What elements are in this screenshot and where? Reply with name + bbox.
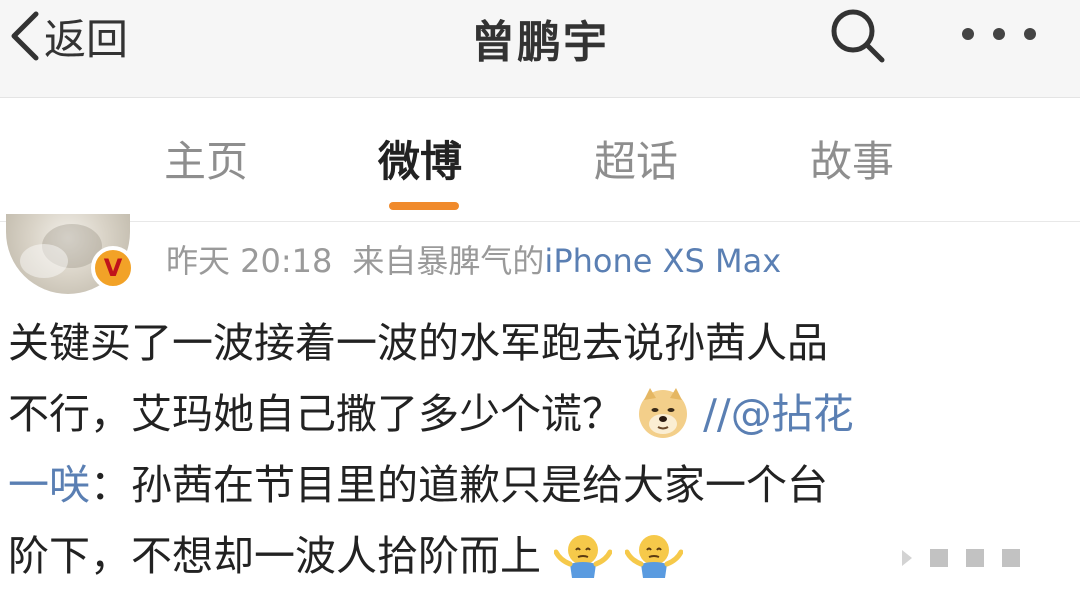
post-text: 关键买了一波接着一波的水军跑去说孙茜人品 不行，艾玛她自己撒了多少个谎？ //@…: [8, 308, 1038, 592]
post-text-line: 阶下，不想却一波人拾阶而上: [8, 521, 1038, 592]
tab-stories[interactable]: 故事: [810, 128, 894, 189]
page-title: 曾鹏宇: [471, 17, 609, 68]
weibo-post: V 昨天 20:18 来自暴脾气的iPhone XS Max 关键买了一波接着一波…: [0, 214, 1080, 593]
watermark-mark: [1002, 549, 1020, 567]
post-source-prefix: 来自暴脾气的: [352, 242, 545, 280]
post-text-segment: 阶下，不想却一波人拾阶而上: [8, 532, 541, 580]
watermark-mark: [902, 550, 912, 566]
post-text-segment: 不行，艾玛她自己撒了多少个谎？: [8, 390, 623, 438]
post-text-line: 不行，艾玛她自己撒了多少个谎？ //@拈花: [8, 379, 1038, 450]
more-dots-icon[interactable]: [962, 14, 1036, 54]
post-source-device: iPhone XS Max: [544, 242, 782, 280]
post-text-segment: ：孙茜在节目里的道歉只是给大家一个台: [90, 461, 828, 509]
search-icon: [831, 9, 885, 63]
watermark-mark: [966, 549, 984, 567]
nav-bar: 返回 曾鹏宇: [0, 0, 1080, 98]
avatar-highlight: [20, 244, 68, 278]
mention-link[interactable]: 一咲: [8, 461, 90, 509]
watermark-mark: [930, 549, 948, 567]
shrug-emoji: [625, 535, 684, 578]
mention-link[interactable]: //@拈花: [703, 390, 854, 438]
post-text-line: 一咲：孙茜在节目里的道歉只是给大家一个台: [8, 450, 1038, 521]
verified-badge: V: [91, 246, 135, 290]
search-button[interactable]: [826, 4, 888, 66]
doge-emoji: [639, 388, 688, 438]
verified-badge-letter: V: [103, 254, 123, 282]
post-text-line: 关键买了一波接着一波的水军跑去说孙茜人品: [8, 308, 1038, 379]
active-tab-indicator: [389, 202, 459, 210]
watermark: [902, 548, 1062, 568]
profile-tabs: 主页 微博 超话 故事: [0, 98, 1080, 222]
tab-weibo[interactable]: 微博: [378, 128, 462, 189]
tab-home[interactable]: 主页: [164, 128, 248, 189]
dot: [1024, 28, 1036, 40]
post-time: 昨天 20:18: [166, 242, 333, 280]
tab-super-topic[interactable]: 超话: [594, 128, 678, 189]
shrug-emoji: [554, 535, 613, 578]
dot: [993, 28, 1005, 40]
dot: [962, 28, 974, 40]
post-meta: 昨天 20:18 来自暴脾气的iPhone XS Max: [166, 236, 781, 282]
post-text-segment: 关键买了一波接着一波的水军跑去说孙茜人品: [8, 319, 828, 367]
